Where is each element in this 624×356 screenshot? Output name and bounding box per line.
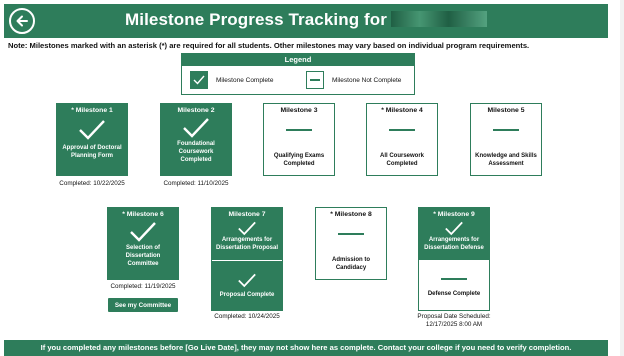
milestone-2-card[interactable]: Milestone 2 Foundational Coursework Comp… xyxy=(160,103,232,176)
page-header: Milestone Progress Tracking for xyxy=(4,4,608,38)
checkmark-icon xyxy=(193,75,205,85)
milestone-label: Qualifying Exams Completed xyxy=(273,153,325,167)
legend-complete-label: Milestone Complete xyxy=(216,76,274,84)
milestone-label: All Coursework Completed xyxy=(379,153,424,167)
milestone-4-card[interactable]: * Milestone 4 All Coursework Completed xyxy=(366,103,438,176)
legend-complete-swatch xyxy=(190,71,208,89)
milestone-label: Admission to Candidacy xyxy=(331,257,370,271)
milestone-7-top: Milestone 7 Arrangements for Dissertatio… xyxy=(212,208,282,260)
milestone-title: Milestone 7 xyxy=(228,211,266,218)
checkmark-icon xyxy=(161,116,231,140)
milestone-label: Selection of Dissertation Committee xyxy=(125,245,161,267)
milestone-9-caption-1: Proposal Date Scheduled: xyxy=(417,313,491,320)
milestone-title: Milestone 3 xyxy=(280,107,318,114)
milestone-title: * Milestone 4 xyxy=(381,107,423,114)
dash-icon xyxy=(419,268,489,290)
milestone-label: Proposal Complete xyxy=(219,292,275,298)
milestone-9-caption-2: 12/17/2025 8:00 AM xyxy=(425,321,483,328)
milestone-8-card[interactable]: * Milestone 8 Admission to Candidacy xyxy=(315,207,387,280)
milestone-7-bottom: Proposal Complete xyxy=(212,260,282,310)
legend-title: Legend xyxy=(182,54,414,66)
requirements-note: Note: Milestones marked with an asterisk… xyxy=(8,41,530,50)
milestone-1-caption: Completed: 10/22/2025 xyxy=(59,180,125,187)
legend: Legend Milestone Complete Milestone Not … xyxy=(181,53,415,95)
see-my-committee-button[interactable]: See my Committee xyxy=(108,298,178,312)
milestone-title: * Milestone 8 xyxy=(330,211,372,218)
legend-not-complete-swatch xyxy=(306,71,324,89)
dash-icon xyxy=(316,220,386,248)
page-title-text: Milestone Progress Tracking for xyxy=(125,10,387,29)
milestone-label: Defense Complete xyxy=(427,291,481,297)
milestone-1-card[interactable]: * Milestone 1 Approval of Doctoral Plann… xyxy=(56,103,128,176)
legend-item-not-complete: Milestone Not Complete xyxy=(306,71,401,89)
scrollbar[interactable] xyxy=(620,0,624,356)
milestone-title: * Milestone 6 xyxy=(122,211,164,218)
milestone-title: Milestone 5 xyxy=(487,107,525,114)
dash-icon xyxy=(471,116,541,144)
milestone-label: Arrangements for Dissertation Defense xyxy=(424,237,484,251)
milestone-title: * Milestone 9 xyxy=(433,211,475,218)
dash-icon xyxy=(264,116,334,144)
milestone-9-top: * Milestone 9 Arrangements for Dissertat… xyxy=(419,208,489,260)
milestone-label: Foundational Coursework Completed xyxy=(177,141,215,163)
page-title: Milestone Progress Tracking for xyxy=(4,10,608,30)
checkmark-icon xyxy=(57,116,127,144)
checkmark-icon xyxy=(108,220,178,244)
milestone-9-card[interactable]: * Milestone 9 Arrangements for Dissertat… xyxy=(418,207,490,311)
dash-icon xyxy=(367,116,437,144)
milestone-title: * Milestone 1 xyxy=(71,107,113,114)
milestone-9-bottom: Defense Complete xyxy=(419,260,489,310)
footer-banner: If you completed any milestones before [… xyxy=(4,340,608,356)
milestone-3-card[interactable]: Milestone 3 Qualifying Exams Completed xyxy=(263,103,335,176)
checkmark-icon xyxy=(212,220,282,236)
checkmark-icon xyxy=(212,269,282,291)
legend-item-complete: Milestone Complete xyxy=(190,71,273,89)
milestone-label: Knowledge and Skills Assessment xyxy=(475,153,537,167)
milestone-title: Milestone 2 xyxy=(177,107,215,114)
redacted-student-name xyxy=(390,11,487,27)
milestone-7-card[interactable]: Milestone 7 Arrangements for Dissertatio… xyxy=(211,207,283,311)
milestone-5-card[interactable]: Milestone 5 Knowledge and Skills Assessm… xyxy=(470,103,542,176)
milestone-6-caption: Completed: 11/19/2025 xyxy=(110,283,176,290)
milestone-7-caption: Completed: 10/24/2025 xyxy=(214,313,280,320)
milestone-2-caption: Completed: 11/10/2025 xyxy=(163,180,229,187)
milestone-label: Approval of Doctoral Planning Form xyxy=(62,145,122,159)
milestone-label: Arrangements for Dissertation Proposal xyxy=(215,237,278,251)
milestone-6-card[interactable]: * Milestone 6 Selection of Dissertation … xyxy=(107,207,179,280)
legend-not-complete-label: Milestone Not Complete xyxy=(332,76,402,84)
checkmark-icon xyxy=(419,220,489,236)
dash-icon xyxy=(310,79,320,81)
